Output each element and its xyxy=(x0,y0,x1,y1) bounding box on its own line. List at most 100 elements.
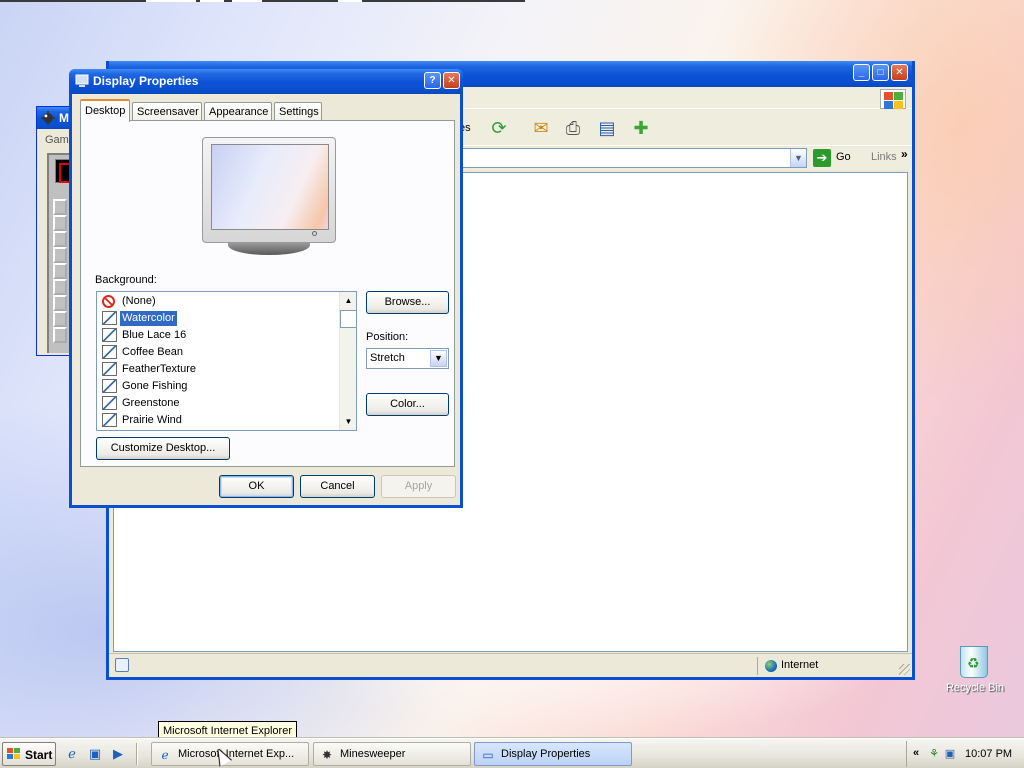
wallpaper-preview xyxy=(211,144,329,230)
ie-statusbar: Internet xyxy=(109,653,912,677)
task-display-properties[interactable]: ▭ Display Properties xyxy=(474,742,632,766)
wallpaper-icon xyxy=(102,311,117,325)
chevron-down-icon[interactable]: ▼ xyxy=(430,350,447,367)
monitor-bezel xyxy=(202,137,336,243)
ie-quicklaunch-icon[interactable]: ℯ xyxy=(64,746,80,762)
print-icon[interactable]: ⎙ xyxy=(561,116,585,140)
display-properties-dialog[interactable]: Display Properties ? ✕ Desktop Screensav… xyxy=(69,69,463,508)
list-item[interactable]: (None) xyxy=(100,293,336,310)
edit-icon[interactable]: ▤ xyxy=(595,116,619,140)
task-label: Minesweeper xyxy=(340,748,406,760)
help-button[interactable]: ? xyxy=(424,72,441,89)
background-list[interactable]: (None) Watercolor Blue Lace 16 Coffee Be… xyxy=(96,291,357,431)
list-item-label: Gone Fishing xyxy=(122,380,188,392)
list-item[interactable]: Prairie Wind xyxy=(100,412,336,429)
messenger-icon[interactable]: ✚ xyxy=(629,116,653,140)
start-label: Start xyxy=(25,748,53,762)
monitor-tray-icon[interactable]: ▣ xyxy=(943,747,957,761)
desktop-tab-panel: Background: (None) Watercolor Blue Lace … xyxy=(80,120,455,467)
wallpaper-icon xyxy=(102,396,117,410)
none-icon xyxy=(102,295,115,308)
go-button[interactable]: ➔ Go xyxy=(813,148,863,168)
mine-cell[interactable] xyxy=(53,215,67,231)
maximize-button[interactable]: □ xyxy=(872,64,889,81)
close-button[interactable]: ✕ xyxy=(891,64,908,81)
scroll-down-icon[interactable]: ▼ xyxy=(340,413,356,430)
power-led-icon xyxy=(312,231,317,236)
mine-cell[interactable] xyxy=(53,231,67,247)
dialog-title: Display Properties xyxy=(93,74,199,88)
tab-appearance[interactable]: Appearance xyxy=(204,102,272,121)
tab-settings[interactable]: Settings xyxy=(274,102,322,121)
dialog-close-button[interactable]: ✕ xyxy=(443,72,460,89)
list-item-label: Prairie Wind xyxy=(122,414,182,426)
list-item[interactable]: Blue Lace 16 xyxy=(100,327,336,344)
network-icon[interactable]: ⚘ xyxy=(927,747,941,761)
wallpaper-icon xyxy=(102,345,117,359)
address-input[interactable]: ▼ xyxy=(457,148,807,168)
monitor-stand xyxy=(228,243,310,255)
list-item[interactable]: Coffee Bean xyxy=(100,344,336,361)
minimize-button[interactable]: _ xyxy=(853,64,870,81)
page-status-icon xyxy=(115,658,129,672)
start-button[interactable]: Start xyxy=(2,742,56,766)
color-button[interactable]: Color... xyxy=(366,393,449,416)
mine-cell[interactable] xyxy=(53,327,67,343)
ok-button[interactable]: OK xyxy=(219,475,294,498)
chevron-left-icon[interactable]: « xyxy=(913,747,919,759)
list-item[interactable]: Gone Fishing xyxy=(100,378,336,395)
mail-icon[interactable]: ✉ xyxy=(529,116,553,140)
scroll-up-icon[interactable]: ▲ xyxy=(340,292,356,309)
task-minesweeper[interactable]: ✸ Minesweeper xyxy=(313,742,471,766)
mine-cell[interactable] xyxy=(53,295,67,311)
list-scrollbar[interactable]: ▲ ▼ xyxy=(339,292,356,430)
chevron-right-icon[interactable]: » xyxy=(901,147,908,161)
windows-logo-icon xyxy=(7,748,21,760)
globe-icon xyxy=(765,660,777,672)
background-label: Background: xyxy=(95,274,157,286)
wallpaper-icon xyxy=(102,362,117,376)
recycle-bin-label: Recycle Bin xyxy=(945,682,1005,694)
apply-button[interactable]: Apply xyxy=(381,475,456,498)
position-select[interactable]: Stretch ▼ xyxy=(366,348,449,369)
recycle-bin[interactable]: ♻ Recycle Bin xyxy=(944,646,1006,698)
list-item[interactable]: FeatherTexture xyxy=(100,361,336,378)
mine-cell[interactable] xyxy=(53,199,67,215)
position-label: Position: xyxy=(366,331,409,343)
display-icon xyxy=(75,74,89,87)
task-internet-explorer[interactable]: ℯ Microsoft Internet Exp... xyxy=(151,742,309,766)
list-item-label: (None) xyxy=(122,295,156,307)
status-separator xyxy=(757,657,758,675)
scroll-thumb[interactable] xyxy=(340,310,356,328)
mine-cell[interactable] xyxy=(53,279,67,295)
clock[interactable]: 10:07 PM xyxy=(965,748,1012,760)
links-toolbar[interactable]: Links xyxy=(871,151,897,163)
list-item-selected[interactable]: Watercolor xyxy=(100,310,336,327)
tab-screensaver[interactable]: Screensaver xyxy=(132,102,202,121)
tab-desktop[interactable]: Desktop xyxy=(80,99,130,122)
wallpaper-icon xyxy=(102,328,117,342)
security-zone: Internet xyxy=(781,659,819,671)
position-value: Stretch xyxy=(370,352,405,364)
list-item-label: Coffee Bean xyxy=(122,346,183,358)
cancel-button[interactable]: Cancel xyxy=(300,475,375,498)
media-player-icon[interactable]: ▶ xyxy=(110,746,126,762)
list-item-label: Greenstone xyxy=(122,397,180,409)
resize-grip[interactable] xyxy=(899,664,910,675)
go-arrow-icon: ➔ xyxy=(813,149,831,167)
browse-button[interactable]: Browse... xyxy=(366,291,449,314)
minesweeper-icon: ✸ xyxy=(321,748,333,762)
show-desktop-icon[interactable]: ▣ xyxy=(87,746,103,762)
mine-cell[interactable] xyxy=(53,247,67,263)
history-icon[interactable]: ⟳ xyxy=(487,116,511,140)
mine-cell[interactable] xyxy=(53,311,67,327)
chevron-down-icon[interactable]: ▼ xyxy=(790,149,806,167)
mine-cell[interactable] xyxy=(53,263,67,279)
task-label: Microsoft Internet Exp... xyxy=(178,748,295,760)
list-item[interactable]: Greenstone xyxy=(100,395,336,412)
dialog-titlebar[interactable]: Display Properties ? ✕ xyxy=(69,69,463,94)
task-label: Display Properties xyxy=(501,748,591,760)
customize-desktop-button[interactable]: Customize Desktop... xyxy=(96,437,230,460)
minesweeper-title: M xyxy=(59,111,69,125)
list-item-label: FeatherTexture xyxy=(122,363,196,375)
